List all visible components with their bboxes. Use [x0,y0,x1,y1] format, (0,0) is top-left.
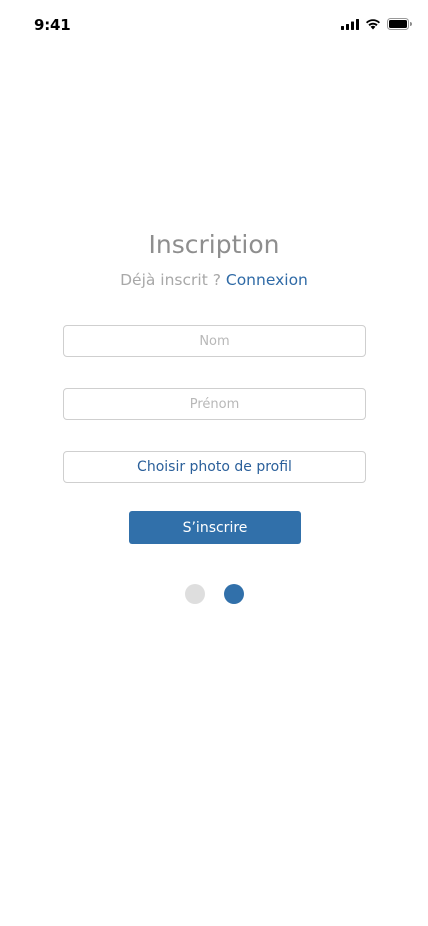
wifi-icon [365,18,381,30]
page-title: Inscription [148,230,280,259]
login-prompt: Déjà inscrit ? Connexion [0,271,428,289]
cellular-signal-icon [341,18,359,30]
nom-field[interactable] [63,325,366,357]
page-dot-2-active[interactable] [224,584,244,604]
status-time: 9:41 [34,16,71,34]
status-bar: 9:41 [0,0,428,50]
prenom-field[interactable] [63,388,366,420]
already-registered-text: Déjà inscrit ? [120,271,221,289]
status-icons [341,18,412,30]
prenom-input[interactable] [64,389,365,419]
page-dot-1[interactable] [185,584,205,604]
login-link[interactable]: Connexion [226,271,308,289]
battery-icon [387,18,412,30]
choose-profile-photo-button[interactable]: Choisir photo de profil [63,451,366,483]
signup-button[interactable]: S’inscrire [129,511,301,544]
nom-input[interactable] [64,326,365,356]
